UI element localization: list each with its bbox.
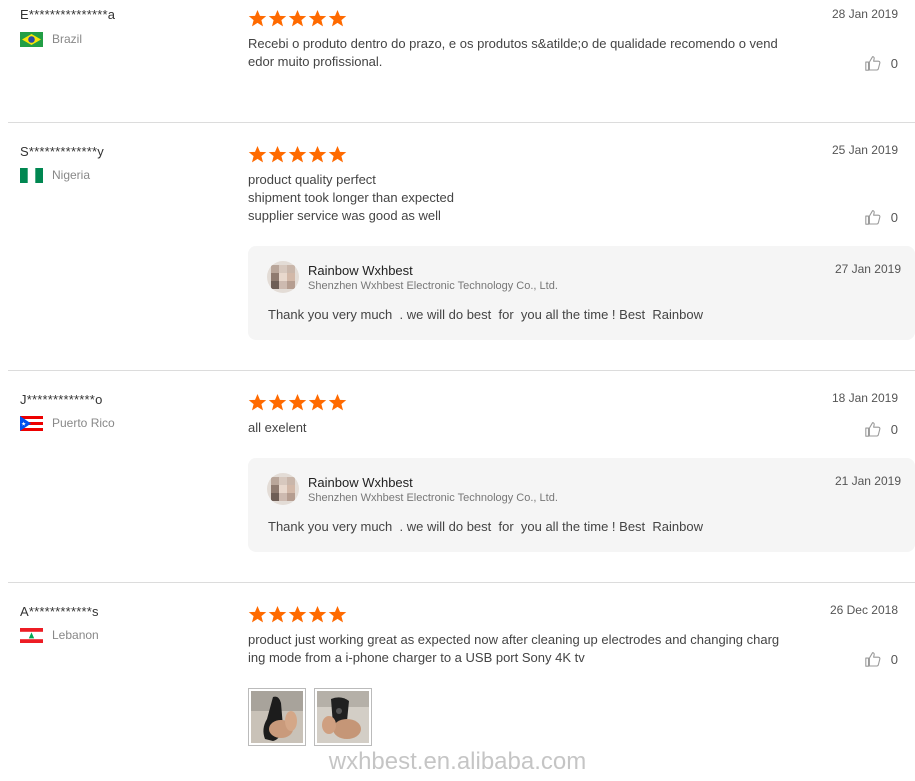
reviewer-country: Lebanon (20, 627, 99, 643)
review-photos (248, 688, 378, 748)
thumbs-up-icon[interactable] (864, 54, 882, 72)
seller-name: Rainbow Wxhbest (308, 475, 413, 490)
country-name: Nigeria (52, 168, 91, 182)
country-name: Puerto Rico (52, 416, 115, 430)
star-icon (308, 145, 327, 163)
country-name: Brazil (52, 32, 83, 46)
star-icon (288, 9, 307, 27)
like-button[interactable]: 0 (864, 650, 898, 668)
thumbs-up-icon[interactable] (864, 650, 882, 668)
photo-image (251, 691, 303, 743)
seller-name: Rainbow Wxhbest (308, 263, 413, 278)
review-text-line: all exelent (248, 420, 307, 435)
star-icon (328, 9, 347, 27)
star-icon (268, 393, 287, 411)
review-text: product quality perfect shipment took lo… (248, 171, 818, 225)
reviewer-name: A************s (20, 604, 99, 619)
star-icon (248, 9, 267, 27)
star-icon (288, 605, 307, 623)
seller-company: Shenzhen Wxhbest Electronic Technology C… (308, 492, 558, 504)
review-text-line: shipment took longer than expected (248, 190, 454, 205)
seller-company: Shenzhen Wxhbest Electronic Technology C… (308, 280, 558, 292)
reviewer-country: Nigeria (20, 167, 90, 183)
star-rating (248, 393, 347, 412)
review-date: 28 Jan 2019 (831, 7, 898, 21)
review-text: product just working great as expected n… (248, 631, 818, 667)
star-icon (328, 145, 347, 163)
reviewer-name: S*************y (20, 144, 104, 159)
thumbs-up-icon[interactable] (864, 208, 882, 226)
review-item: J*************o Puerto Rico 18 Jan 2019 … (0, 371, 915, 582)
star-icon (248, 145, 267, 163)
seller-avatar (267, 473, 299, 505)
reviewer-name: E***************a (20, 7, 116, 22)
seller-reply: Rainbow Wxhbest Shenzhen Wxhbest Electro… (248, 246, 915, 340)
review-text-line: ing mode from a i-phone charger to a USB… (248, 650, 585, 665)
star-icon (308, 605, 327, 623)
review-date: 26 Dec 2018 (829, 603, 898, 617)
star-icon (248, 605, 267, 623)
reply-date: 21 Jan 2019 (834, 474, 901, 488)
star-icon (268, 9, 287, 27)
like-count: 0 (890, 209, 898, 225)
review-item: E***************a Brazil 28 Jan 2019 Rec… (0, 0, 915, 122)
reply-text: Thank you very much . we will do best fo… (268, 519, 703, 534)
like-button[interactable]: 0 (864, 420, 898, 438)
review-text-line: edor muito profissional. (248, 54, 383, 69)
nigeria-flag-icon (20, 167, 43, 183)
star-icon (328, 393, 347, 411)
star-icon (288, 145, 307, 163)
review-text-line: product quality perfect (248, 172, 376, 187)
thumbs-up-icon[interactable] (864, 420, 882, 438)
seller-avatar (267, 261, 299, 293)
brazil-flag-icon (20, 31, 43, 47)
country-name: Lebanon (52, 628, 99, 642)
like-count: 0 (890, 651, 898, 667)
puerto-rico-flag-icon (20, 415, 43, 431)
star-rating (248, 145, 347, 164)
seller-reply: Rainbow Wxhbest Shenzhen Wxhbest Electro… (248, 458, 915, 552)
star-rating (248, 9, 347, 28)
review-date: 25 Jan 2019 (831, 143, 898, 157)
photo-image (317, 691, 369, 743)
lebanon-flag-icon (20, 627, 43, 643)
review-photo-thumbnail[interactable] (314, 688, 372, 746)
star-icon (248, 393, 267, 411)
review-date: 18 Jan 2019 (831, 391, 898, 405)
reply-date: 27 Jan 2019 (834, 262, 901, 276)
star-icon (268, 605, 287, 623)
review-item: S*************y Nigeria 25 Jan 2019 prod… (0, 123, 915, 370)
star-rating (248, 605, 347, 624)
reviewer-country: Brazil (20, 31, 82, 47)
watermark: wxhbest.en.alibaba.com (328, 748, 587, 775)
review-photo-thumbnail[interactable] (248, 688, 306, 746)
review-text: all exelent (248, 419, 818, 437)
review-text-line: Recebi o produto dentro do prazo, e os p… (248, 36, 778, 51)
reply-text: Thank you very much . we will do best fo… (268, 307, 703, 322)
star-icon (308, 9, 327, 27)
reviewer-name: J*************o (20, 392, 103, 407)
star-icon (268, 145, 287, 163)
like-count: 0 (890, 421, 898, 437)
reviewer-country: Puerto Rico (20, 415, 115, 431)
like-count: 0 (890, 55, 898, 71)
star-icon (328, 605, 347, 623)
like-button[interactable]: 0 (864, 208, 898, 226)
star-icon (308, 393, 327, 411)
review-text: Recebi o produto dentro do prazo, e os p… (248, 35, 818, 71)
review-text-line: supplier service was good as well (248, 208, 441, 223)
review-text-line: product just working great as expected n… (248, 632, 780, 647)
like-button[interactable]: 0 (864, 54, 898, 72)
star-icon (288, 393, 307, 411)
